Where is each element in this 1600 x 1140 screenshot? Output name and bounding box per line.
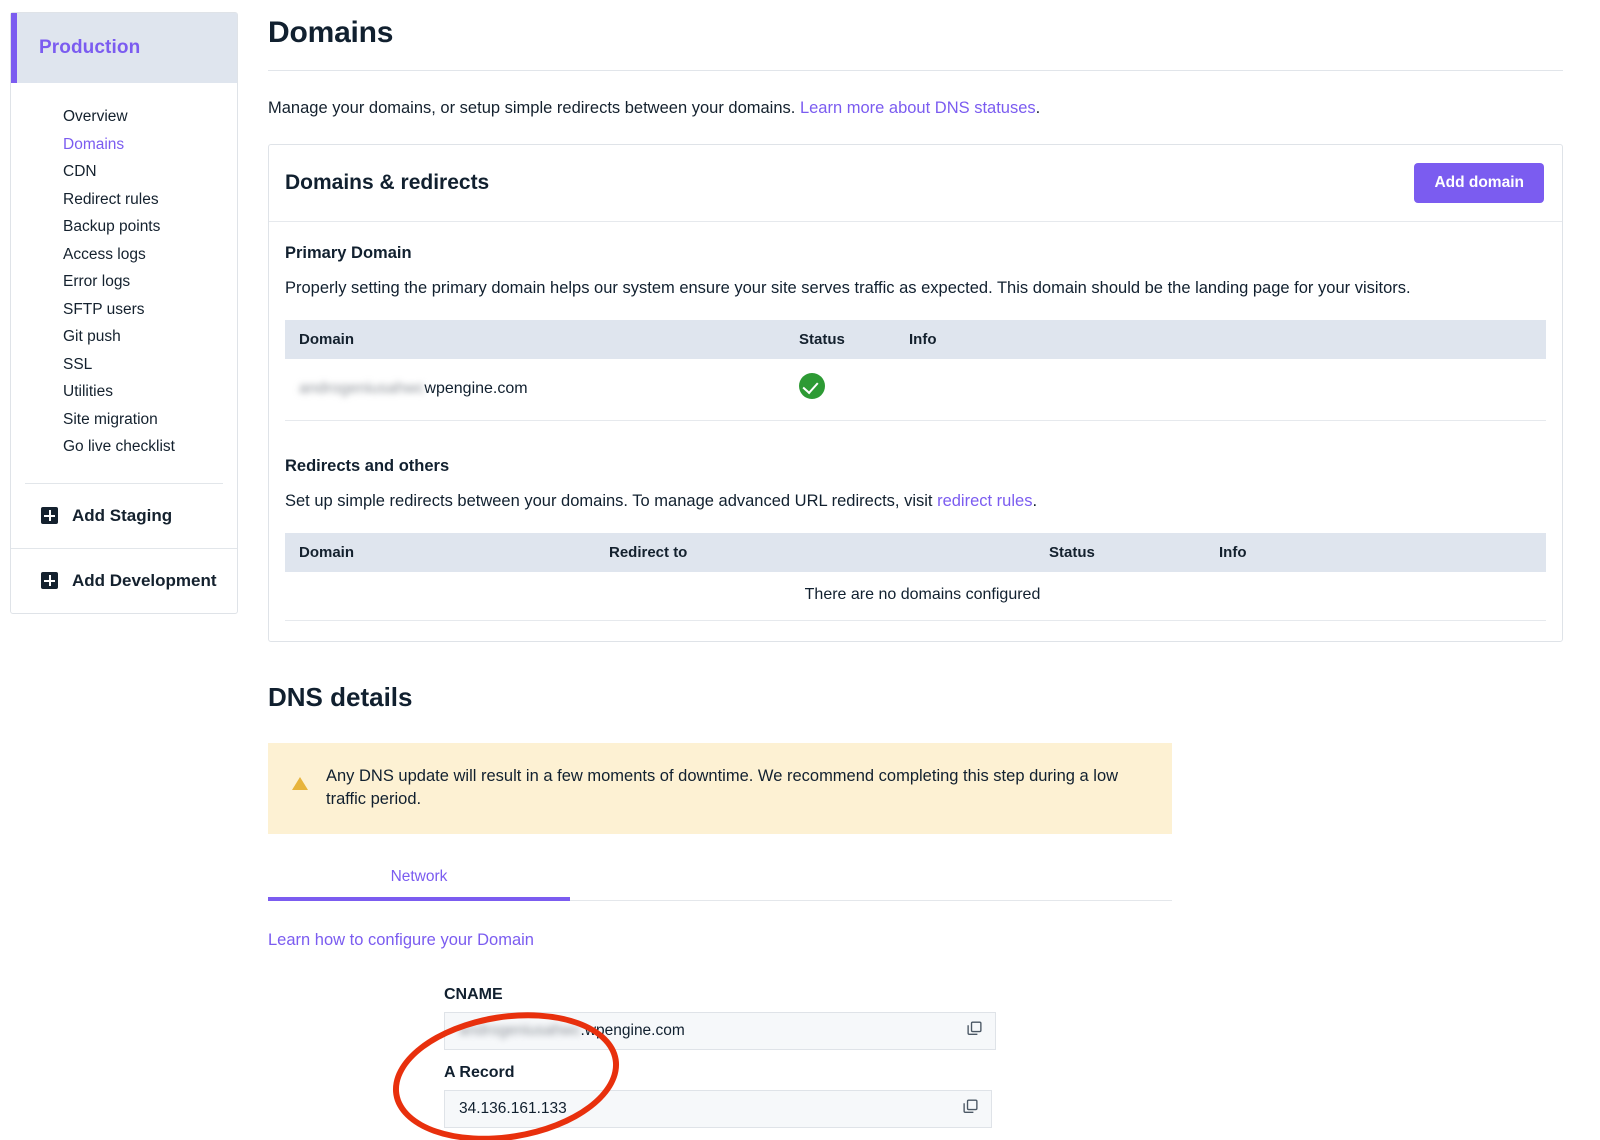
column-status: Status [1035, 533, 1205, 572]
column-info: Info [895, 320, 1546, 359]
tab-strip: Network [268, 868, 1172, 900]
environment-title: Production [39, 37, 141, 58]
column-domain: Domain [285, 533, 595, 572]
configure-domain-link[interactable]: Learn how to configure your Domain [268, 931, 534, 950]
table-row: androgeniusahwcwpengine.com [285, 359, 1546, 421]
redacted-domain-text: androgeniusahwc [299, 379, 425, 397]
domain-suffix: wpengine.com [424, 379, 528, 397]
tab-active-indicator [268, 896, 570, 901]
intro-period: . [1035, 99, 1041, 117]
sidebar-item-go-live-checklist[interactable]: Go live checklist [11, 433, 237, 461]
sidebar-item-utilities[interactable]: Utilities [11, 378, 237, 406]
sidebar-item-cdn[interactable]: CDN [11, 158, 237, 186]
page-title: Domains [268, 16, 394, 49]
cname-label: CNAME [444, 985, 503, 1003]
card-title: Domains & redirects [285, 171, 490, 194]
plus-icon [41, 572, 58, 589]
environment-header[interactable]: Production [11, 13, 237, 83]
empty-message: There are no domains configured [285, 572, 1546, 621]
a-record-label: A Record [444, 1063, 515, 1081]
tab-network[interactable]: Network [268, 868, 570, 900]
sidebar-item-sftp-users[interactable]: SFTP users [11, 296, 237, 324]
primary-domain-description: Properly setting the primary domain help… [285, 279, 1411, 297]
add-staging-label: Add Staging [72, 505, 173, 525]
a-record-value: 34.136.161.133 [459, 1099, 567, 1117]
dns-tabs: Network [268, 868, 1172, 901]
redirects-table: Domain Redirect to Status Info There are… [285, 533, 1546, 621]
domains-and-redirects-card: Domains & redirects Add domain Primary D… [268, 144, 1563, 642]
table-header-row: Domain Redirect to Status Info [285, 533, 1546, 572]
warning-triangle-icon [292, 777, 308, 790]
redacted-cname-text: androgeniusahwc [459, 1021, 581, 1039]
sidebar: Production Overview Domains CDN Redirect… [10, 12, 238, 614]
sidebar-item-git-push[interactable]: Git push [11, 323, 237, 351]
sidebar-item-backup-points[interactable]: Backup points [11, 213, 237, 241]
column-domain: Domain [285, 320, 785, 359]
dns-details-title: DNS details [268, 682, 413, 712]
column-redirect-to: Redirect to [595, 533, 1035, 572]
sidebar-item-redirect-rules[interactable]: Redirect rules [11, 186, 237, 214]
primary-domain-heading: Primary Domain [285, 244, 412, 262]
dns-warning-banner: Any DNS update will result in a few mome… [268, 743, 1172, 834]
card-body: Primary Domain Properly setting the prim… [269, 222, 1562, 641]
plus-icon [41, 507, 58, 524]
add-development-label: Add Development [72, 570, 217, 590]
status-ok-check-icon [799, 373, 825, 399]
primary-domain-table: Domain Status Info androgeniusahwcwpengi… [285, 320, 1546, 421]
redirects-heading: Redirects and others [285, 457, 450, 475]
dns-statuses-link[interactable]: Learn more about DNS statuses [800, 99, 1036, 117]
domains-page: Production Overview Domains CDN Redirect… [0, 0, 1600, 1140]
sidebar-item-site-migration[interactable]: Site migration [11, 406, 237, 434]
redirects-description-period: . [1032, 492, 1038, 510]
sidebar-item-error-logs[interactable]: Error logs [11, 268, 237, 296]
cell-info [895, 359, 1546, 421]
intro-text: Manage your domains, or setup simple red… [268, 99, 1563, 118]
title-divider [268, 70, 1563, 71]
column-status: Status [785, 320, 895, 359]
sidebar-item-access-logs[interactable]: Access logs [11, 241, 237, 269]
sidebar-nav: Overview Domains CDN Redirect rules Back… [11, 83, 237, 483]
redirects-description-prefix: Set up simple redirects between your dom… [285, 492, 938, 510]
cell-domain: androgeniusahwcwpengine.com [285, 359, 785, 421]
sidebar-item-ssl[interactable]: SSL [11, 351, 237, 379]
sidebar-item-domains[interactable]: Domains [11, 131, 237, 159]
sidebar-item-overview[interactable]: Overview [11, 103, 237, 131]
cell-status [785, 359, 895, 421]
intro-sentence: Manage your domains, or setup simple red… [268, 99, 800, 117]
cname-value: androgeniusahwc.wpengine.com [459, 1022, 685, 1040]
dns-warning-text: Any DNS update will result in a few mome… [326, 767, 1119, 809]
column-info: Info [1205, 533, 1546, 572]
a-record-field[interactable]: 34.136.161.133 [444, 1089, 992, 1128]
table-header-row: Domain Status Info [285, 320, 1546, 359]
add-staging-button[interactable]: Add Staging [11, 484, 237, 548]
card-header: Domains & redirects Add domain [269, 145, 1562, 222]
add-domain-button[interactable]: Add domain [1414, 163, 1544, 203]
add-development-button[interactable]: Add Development [11, 547, 237, 613]
main-content: Domains Manage your domains, or setup si… [268, 0, 1563, 1140]
cname-suffix: .wpengine.com [580, 1021, 685, 1039]
copy-icon[interactable] [962, 1098, 979, 1120]
cname-field[interactable]: androgeniusahwc.wpengine.com [444, 1011, 996, 1050]
copy-icon[interactable] [966, 1020, 983, 1042]
dns-records: CNAME androgeniusahwc.wpengine.com A Rec… [383, 985, 996, 1140]
table-empty-row: There are no domains configured [285, 572, 1546, 621]
redirect-rules-link[interactable]: redirect rules [937, 492, 1032, 510]
redirects-description: Set up simple redirects between your dom… [285, 492, 1546, 511]
